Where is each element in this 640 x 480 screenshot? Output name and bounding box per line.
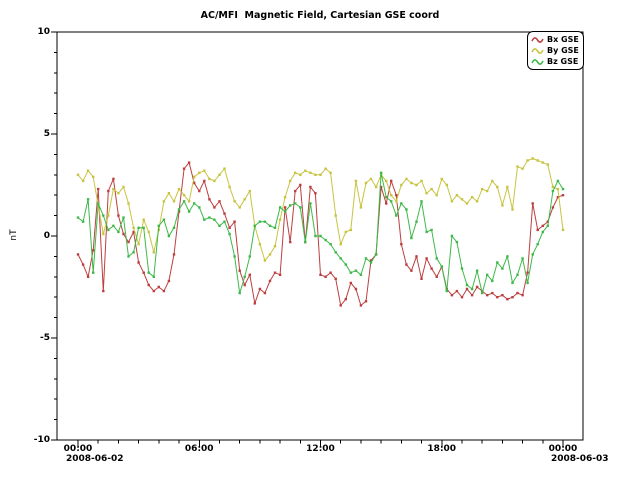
y-tick-label: 5 bbox=[24, 129, 50, 139]
x-tick-label: 12:00 bbox=[299, 444, 343, 454]
legend-line-sample-bx bbox=[531, 35, 544, 45]
legend-entry-bz: Bz GSE bbox=[531, 56, 579, 67]
x-tick-label: 06:00 bbox=[177, 444, 221, 454]
legend-entry-by: By GSE bbox=[531, 45, 579, 56]
plot-area bbox=[0, 0, 640, 480]
legend-label-bz: Bz GSE bbox=[547, 57, 578, 66]
legend-line-sample-by bbox=[531, 46, 544, 56]
legend-entry-bx: Bx GSE bbox=[531, 34, 579, 45]
y-tick-label: 0 bbox=[24, 231, 50, 241]
x-tick-label: 00:00 bbox=[56, 444, 100, 454]
legend-line-bz bbox=[532, 59, 543, 63]
legend-label-bx: Bx GSE bbox=[547, 35, 579, 44]
legend-line-by bbox=[532, 48, 543, 52]
x-tick-label: 00:00 bbox=[541, 444, 585, 454]
y-tick-label: -5 bbox=[24, 333, 50, 343]
legend-line-bx bbox=[532, 37, 543, 41]
plot-window: AC/MFI Magnetic Field, Cartesian GSE coo… bbox=[0, 0, 640, 480]
y-tick-label: 10 bbox=[24, 27, 50, 37]
series-markers-by-gse bbox=[77, 157, 564, 261]
legend-box: Bx GSE By GSE Bz GSE bbox=[527, 31, 584, 70]
legend-label-by: By GSE bbox=[547, 46, 579, 55]
legend-line-sample-bz bbox=[531, 57, 544, 67]
x-date-label: 2008-06-02 bbox=[66, 454, 124, 464]
x-tick-label: 18:00 bbox=[420, 444, 464, 454]
x-date-label: 2008-06-03 bbox=[551, 454, 609, 464]
y-tick-label: -10 bbox=[24, 435, 50, 445]
